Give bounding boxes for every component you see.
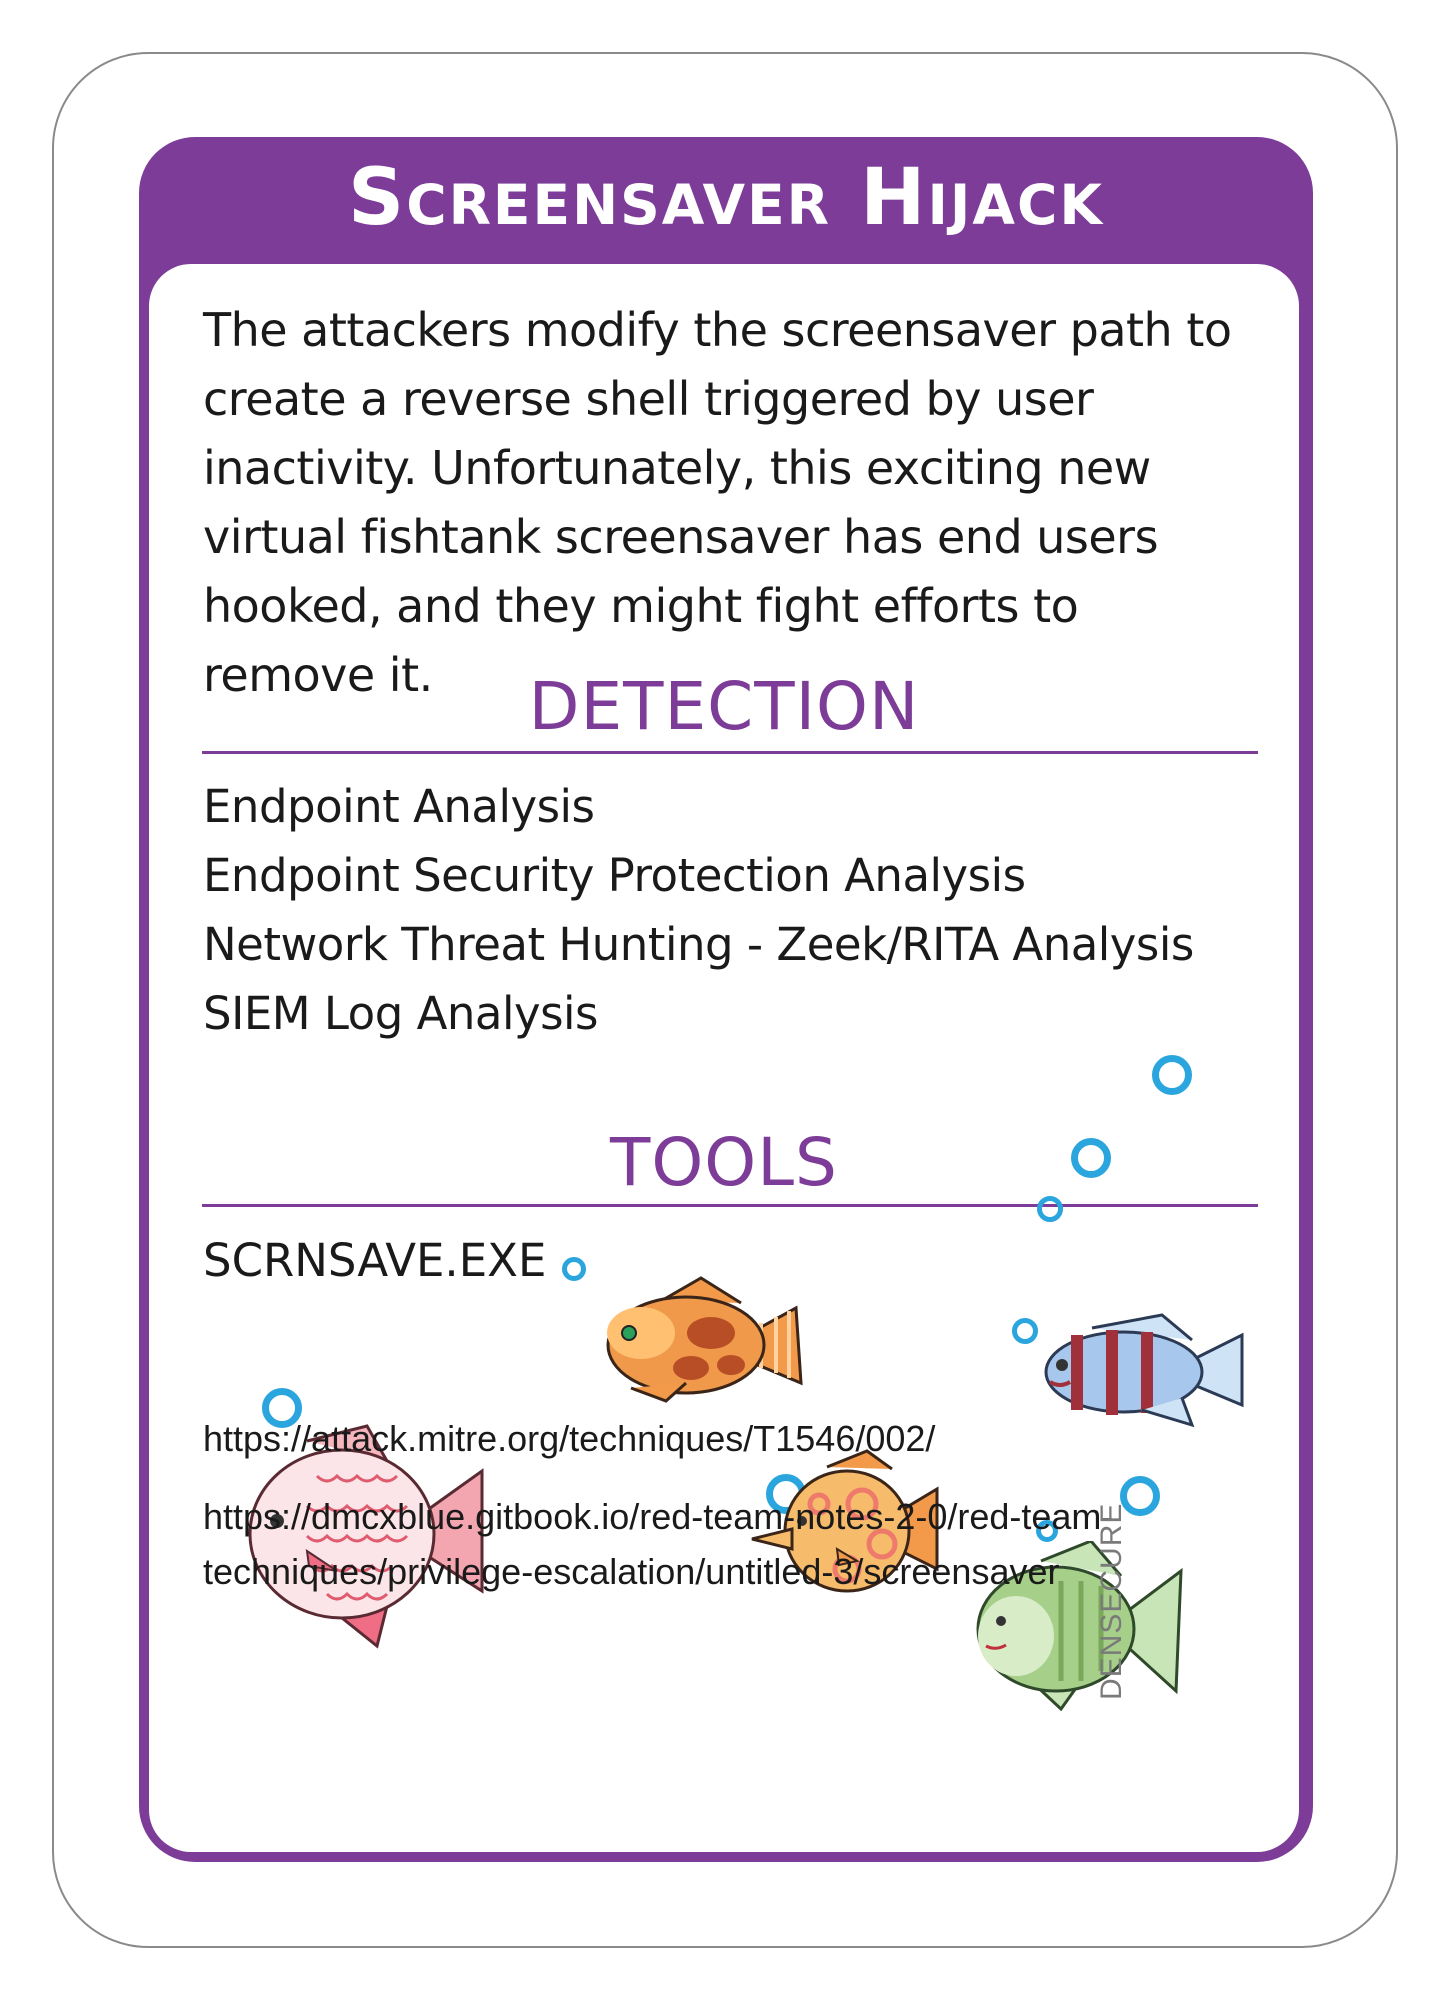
detection-item: Endpoint Analysis [203,780,595,833]
tools-divider [202,1204,1258,1207]
reference-link[interactable]: https://attack.mitre.org/techniques/T154… [203,1411,935,1466]
detection-item: Network Threat Hunting - Zeek/RITA Analy… [203,918,1194,971]
tools-heading: TOOLS [610,1124,838,1201]
detection-heading: DETECTION [528,668,920,745]
fish-illustration [1044,1313,1244,1428]
brand-label: DENSECURE [1095,1502,1128,1700]
detection-item: Endpoint Security Protection Analysis [203,849,1026,902]
bubble-icon [1071,1138,1111,1178]
tool-item: SCRNSAVE.EXE [203,1234,547,1287]
detection-list: Endpoint Analysis Endpoint Security Prot… [203,772,1194,1048]
fish-illustration [606,1276,803,1403]
reference-link[interactable]: https://dmcxblue.gitbook.io/red-team-not… [203,1489,1143,1599]
card-title: Screensaver Hijack [348,153,1104,243]
bubble-icon [562,1257,586,1281]
bubble-icon [1152,1055,1192,1095]
card-description: The attackers modify the screensaver pat… [203,303,1232,702]
detection-divider [202,751,1258,754]
detection-item: SIEM Log Analysis [203,987,598,1040]
bubble-icon [1037,1196,1063,1222]
